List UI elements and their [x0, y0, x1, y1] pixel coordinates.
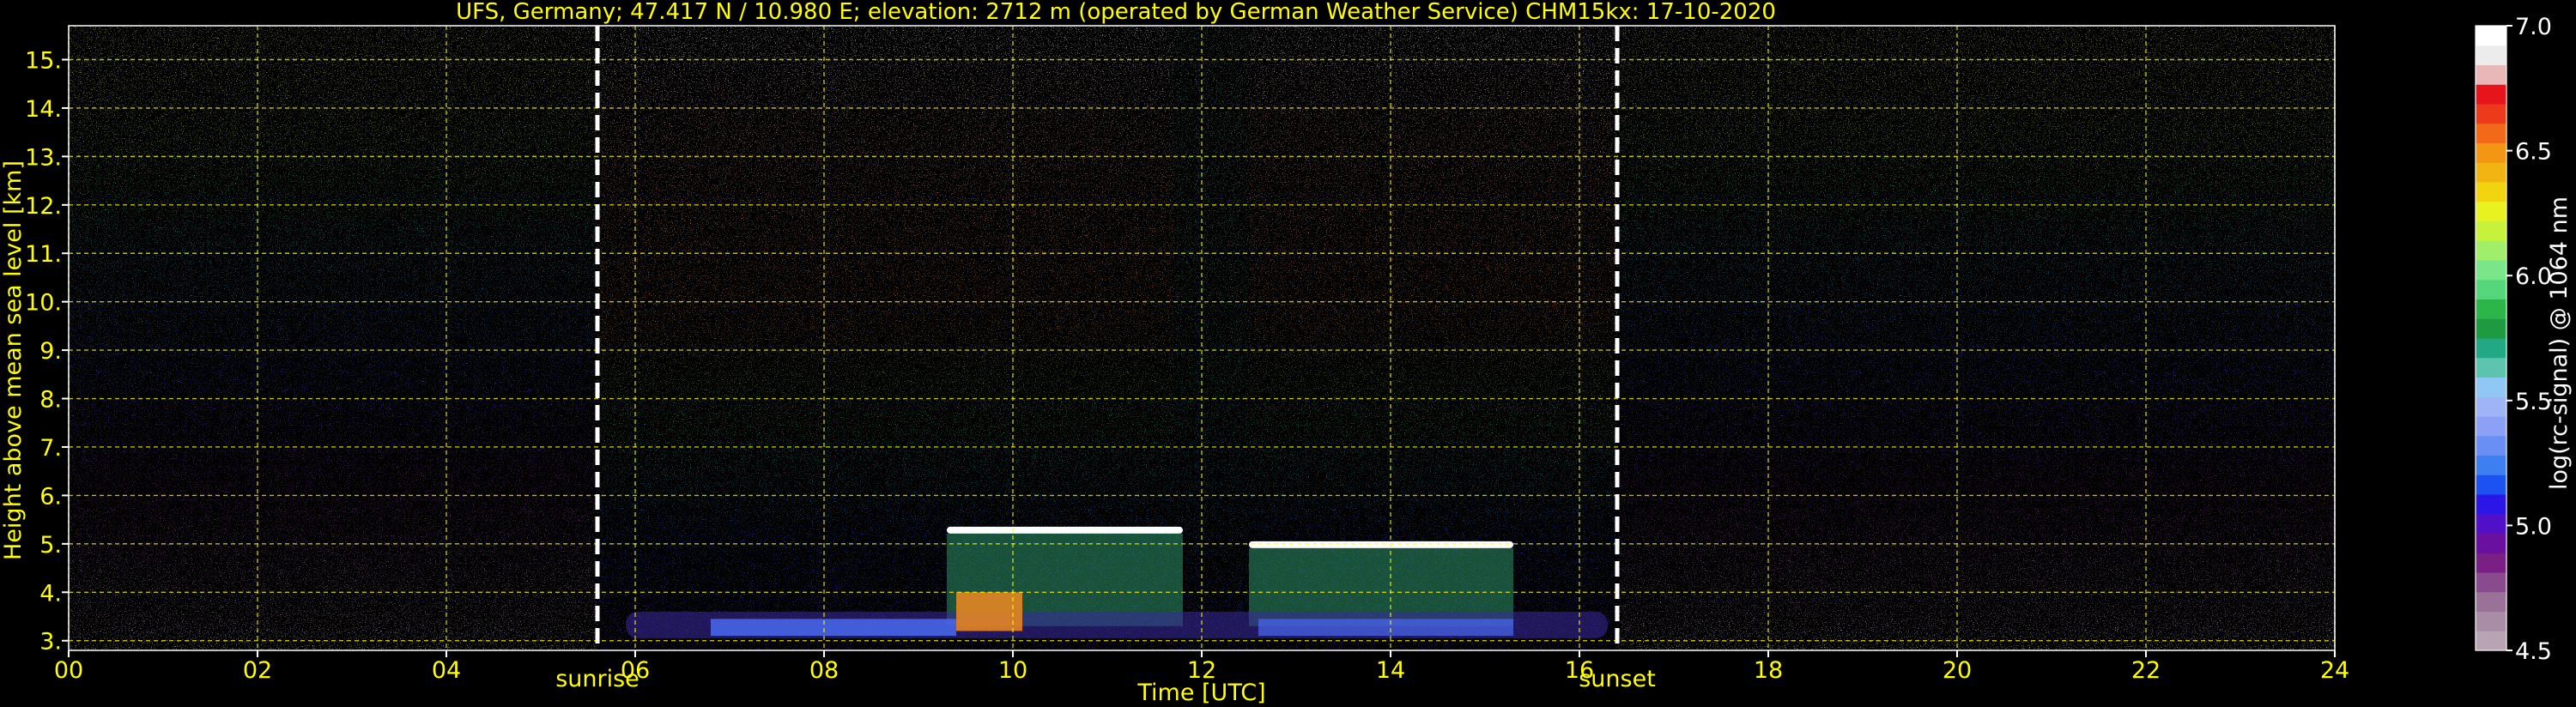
x-tick-label: 14 [1376, 657, 1405, 684]
colorbar-swatch [2476, 123, 2506, 143]
chart-title: UFS, Germany; 47.417 N / 10.980 E; eleva… [456, 0, 1776, 25]
x-tick-label: 10 [998, 657, 1027, 684]
cloud-top [1249, 541, 1513, 548]
y-axis-label: Height above mean sea level [km] [0, 160, 27, 560]
colorbar-swatch [2476, 338, 2506, 359]
colorbar-tick-label: 4.5 [2515, 638, 2552, 665]
colorbar-swatch [2476, 26, 2506, 46]
y-tick-label: 9. [39, 338, 62, 365]
aerosol-band [711, 619, 956, 637]
y-tick-label: 3. [39, 629, 62, 656]
colorbar-swatch [2476, 455, 2506, 475]
y-tick-label: 10. [25, 290, 62, 317]
colorbar-swatch [2476, 553, 2506, 573]
colorbar-swatch [2476, 474, 2506, 495]
y-tick-label: 8. [39, 387, 62, 414]
x-tick-label: 06 [621, 657, 650, 684]
colorbar-swatch [2476, 201, 2506, 221]
colorbar-swatch [2476, 513, 2506, 534]
cloud-top [947, 526, 1183, 534]
colorbar-swatch [2476, 162, 2506, 183]
colorbar-swatch [2476, 142, 2506, 163]
night-region [69, 26, 597, 650]
colorbar-swatch [2476, 357, 2506, 378]
colorbar-swatch [2476, 611, 2506, 631]
colorbar-swatch [2476, 591, 2506, 612]
x-tick-label: 24 [2320, 657, 2349, 684]
colorbar-label: log(rc-signal) @ 1064 nm [2546, 196, 2573, 490]
x-tick-label: 22 [2131, 657, 2161, 684]
colorbar-tick-label: 5.0 [2515, 513, 2552, 540]
aerosol-band [1258, 619, 1513, 637]
y-tick-label: 13. [25, 144, 62, 171]
colorbar-swatch [2476, 318, 2506, 339]
colorbar-swatch [2476, 396, 2506, 417]
colorbar-swatch [2476, 260, 2506, 281]
colorbar-swatch [2476, 64, 2506, 85]
colorbar-swatch [2476, 240, 2506, 261]
colorbar-swatch [2476, 279, 2506, 299]
colorbar-swatch [2476, 45, 2506, 65]
colorbar-swatch [2476, 533, 2506, 553]
colorbar-swatch [2476, 377, 2506, 397]
x-tick-label: 16 [1565, 657, 1594, 684]
x-tick-label: 02 [243, 657, 272, 684]
x-tick-label: 20 [1943, 657, 1972, 684]
colorbar-swatch [2476, 572, 2506, 593]
y-tick-label: 4. [39, 580, 62, 607]
y-tick-label: 15. [25, 48, 62, 75]
y-tick-label: 12. [25, 193, 62, 220]
colorbar-swatch [2476, 416, 2506, 437]
x-tick-label: 18 [1754, 657, 1783, 684]
x-tick-label: 00 [54, 657, 83, 684]
colorbar-tick-label: 6.5 [2515, 139, 2552, 166]
x-tick-label: 04 [432, 657, 461, 684]
y-tick-label: 7. [39, 435, 62, 462]
colorbar-swatch [2476, 104, 2506, 124]
colorbar-tick-label: 7.0 [2515, 14, 2552, 40]
colorbar-swatch [2476, 299, 2506, 319]
y-tick-label: 5. [39, 532, 62, 559]
colorbar-swatch [2476, 182, 2506, 202]
colorbar-swatch [2476, 221, 2506, 241]
colorbar-swatch [2476, 435, 2506, 456]
colorbar-swatch [2476, 631, 2506, 651]
ceilometer-chart: sunrise sunset 00 02 04 06 08 10 12 14 16 18 20 22 24… [0, 0, 2573, 706]
y-axis: 3. 4. 5. 6. 7. 8. 9. 10. 11. 12. 13. 14. 15. [25, 48, 69, 656]
night-region [1617, 26, 2335, 650]
colorbar: 4.55.05.56.06.57.0 [2475, 14, 2552, 665]
y-tick-label: 14. [25, 96, 62, 123]
colorbar-swatch [2476, 84, 2506, 105]
x-tick-label: 08 [809, 657, 839, 684]
y-tick-label: 6. [39, 483, 62, 510]
colorbar-swatch [2476, 494, 2506, 515]
y-tick-label: 11. [25, 241, 62, 268]
x-axis-label: Time [UTC] [1136, 680, 1265, 706]
clear-band [1173, 26, 1249, 650]
